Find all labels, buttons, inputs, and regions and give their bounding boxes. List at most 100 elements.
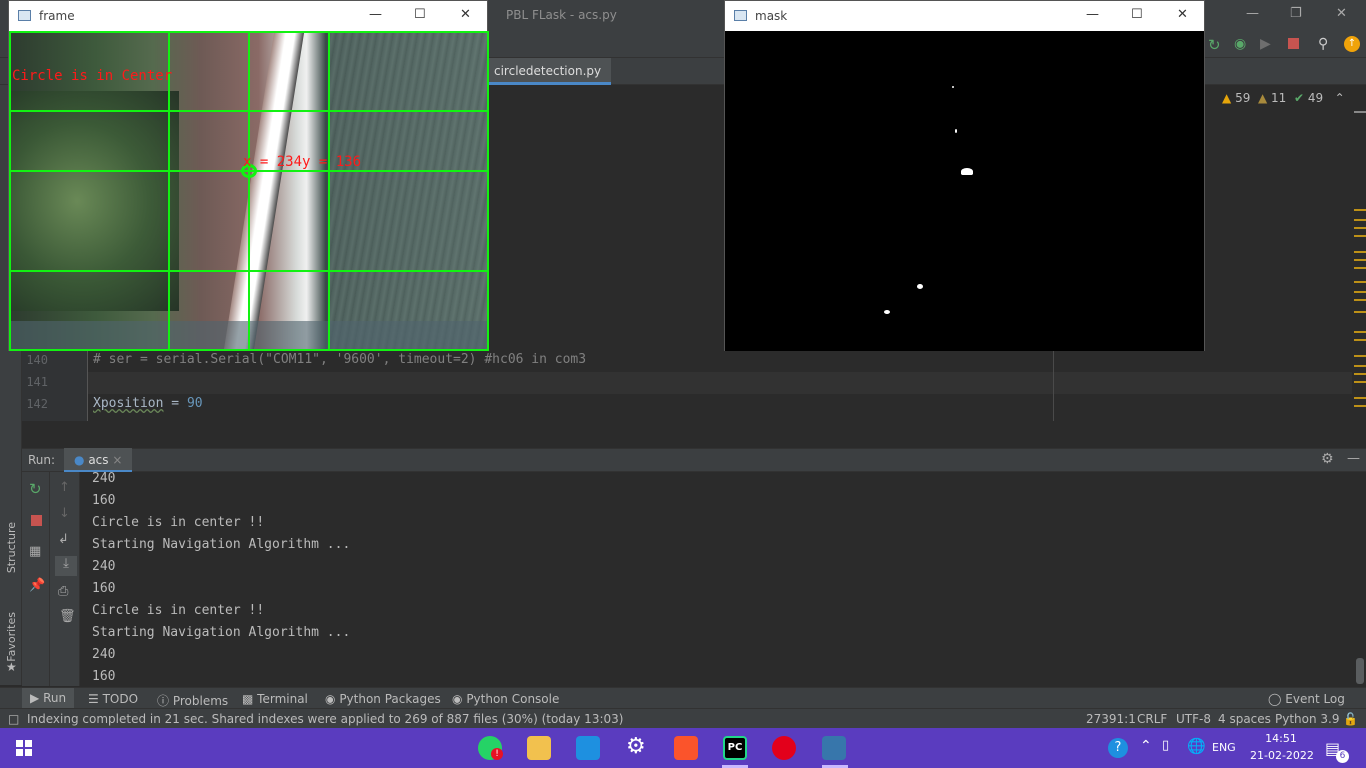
layout-icon[interactable]: ▦ bbox=[29, 544, 41, 559]
hide-panel-icon[interactable]: — bbox=[1347, 451, 1360, 466]
terminal-tab[interactable]: ▩ Terminal bbox=[242, 692, 308, 706]
event-log-tab[interactable]: ◯ Event Log bbox=[1268, 692, 1345, 706]
line-separator[interactable]: CRLF bbox=[1137, 712, 1167, 726]
grid-line bbox=[487, 31, 489, 351]
typo-count: 49 bbox=[1307, 91, 1324, 105]
grid-line bbox=[248, 31, 250, 351]
favorites-tab[interactable]: Favorites bbox=[5, 612, 18, 662]
globe-icon[interactable]: 🌐 bbox=[1187, 737, 1206, 755]
language-indicator[interactable]: ENG bbox=[1212, 741, 1236, 754]
todo-label: TODO bbox=[102, 692, 139, 706]
typo-icon: ✔ bbox=[1293, 91, 1305, 105]
rerun-icon[interactable]: ↻ bbox=[29, 480, 42, 498]
vscode-icon[interactable] bbox=[576, 736, 600, 760]
status-message[interactable]: Indexing completed in 21 sec. Shared ind… bbox=[27, 712, 623, 726]
update-icon[interactable]: ↑ bbox=[1344, 36, 1360, 52]
clock-date[interactable]: 21-02-2022 bbox=[1250, 749, 1314, 762]
file-explorer-icon[interactable] bbox=[527, 736, 551, 760]
line-number: 140 bbox=[26, 353, 48, 367]
rerun-icon[interactable]: ↻ bbox=[1208, 36, 1224, 54]
problems-tab[interactable]: ⓘ Problems bbox=[157, 692, 228, 709]
frame-window[interactable]: frame — ☐ ✕ Circle is in Center x = 234y… bbox=[8, 0, 489, 351]
pin-icon[interactable]: 📌 bbox=[29, 578, 45, 593]
console-line: 160 bbox=[92, 669, 116, 684]
grid-line bbox=[9, 31, 11, 351]
console-line: Circle is in center !! bbox=[92, 515, 265, 530]
ide-close-icon[interactable]: ✕ bbox=[1336, 6, 1347, 21]
console-line: 240 bbox=[92, 472, 116, 486]
opera-icon[interactable] bbox=[772, 736, 796, 760]
print-icon[interactable]: ⎙ bbox=[58, 584, 68, 599]
maximize-icon[interactable]: ☐ bbox=[414, 7, 426, 22]
mask-blob bbox=[917, 284, 923, 289]
run-label: Run: bbox=[28, 453, 56, 467]
mask-window[interactable]: mask — ☐ ✕ bbox=[724, 0, 1205, 351]
stop-icon[interactable] bbox=[1288, 38, 1299, 49]
prev-highlight-icon[interactable]: ⌃ bbox=[1335, 91, 1345, 105]
star-icon: ★ bbox=[6, 660, 17, 674]
mask-blob bbox=[952, 86, 954, 88]
frame-window-titlebar[interactable]: frame — ☐ ✕ bbox=[9, 1, 487, 31]
minimize-icon[interactable]: — bbox=[1086, 7, 1099, 22]
window-app-icon bbox=[734, 10, 747, 21]
code-line-140: # ser = serial.Serial("COM11", '9600', t… bbox=[93, 352, 587, 367]
ide-minimize-icon[interactable]: — bbox=[1246, 6, 1259, 21]
info-icon: ⓘ bbox=[157, 694, 170, 708]
console-scrollbar[interactable] bbox=[1356, 658, 1364, 684]
minimize-icon[interactable]: — bbox=[369, 7, 382, 22]
pycharm-icon[interactable]: PC bbox=[723, 736, 747, 760]
code-line-142: Xposition = 90 bbox=[93, 396, 203, 411]
close-icon[interactable]: ✕ bbox=[460, 7, 471, 22]
clock-time[interactable]: 14:51 bbox=[1263, 732, 1299, 745]
stop-icon[interactable] bbox=[31, 515, 42, 526]
coverage-icon[interactable]: ▶ bbox=[1260, 36, 1276, 52]
lock-icon[interactable]: 🔓 bbox=[1343, 712, 1358, 726]
close-tab-icon[interactable]: × bbox=[112, 453, 122, 467]
maximize-icon[interactable]: ☐ bbox=[1131, 7, 1143, 22]
console-output[interactable]: 240 160 Circle is in center !! Starting … bbox=[80, 472, 1352, 686]
settings-gear-icon[interactable]: ⚙ bbox=[626, 734, 646, 759]
error-stripe[interactable] bbox=[1352, 85, 1366, 421]
debug-icon[interactable]: ◉ bbox=[1234, 36, 1250, 52]
file-encoding[interactable]: UTF-8 bbox=[1176, 712, 1211, 726]
chevron-up-icon[interactable]: ⌃ bbox=[1140, 738, 1152, 754]
console-line: 160 bbox=[92, 581, 116, 596]
python-packages-tab[interactable]: ◉ Python Packages bbox=[325, 692, 441, 706]
brave-icon[interactable] bbox=[674, 736, 698, 760]
python-console-tab[interactable]: ◉ Python Console bbox=[452, 692, 559, 706]
soft-wrap-icon[interactable]: ↲ bbox=[58, 532, 69, 547]
python-packages-label: Python Packages bbox=[339, 692, 441, 706]
frame-window-title: frame bbox=[39, 9, 75, 23]
taskbar: ! ⚙ PC ? ⌃ ▯ 🌐 ENG 14:51 21-02-2022 ▤ 6 bbox=[0, 728, 1366, 768]
run-tool-tab[interactable]: ▶ Run bbox=[22, 688, 75, 709]
up-arrow-icon[interactable]: ↑ bbox=[59, 480, 70, 495]
close-icon[interactable]: ✕ bbox=[1177, 7, 1188, 22]
trash-icon[interactable]: 🗑 bbox=[59, 609, 76, 624]
help-icon[interactable]: ? bbox=[1108, 738, 1128, 758]
weak-warning-icon: ▲ bbox=[1257, 91, 1268, 105]
panel-toggle-icon[interactable]: □ bbox=[8, 712, 19, 726]
scroll-to-end-icon[interactable]: ⤓ bbox=[55, 556, 77, 576]
todo-tab[interactable]: ☰ TODO bbox=[88, 692, 138, 706]
search-icon[interactable]: ⚲ bbox=[1318, 36, 1334, 52]
mask-window-title: mask bbox=[755, 9, 788, 23]
windows-start-icon[interactable] bbox=[16, 740, 32, 756]
gear-icon[interactable]: ⚙ bbox=[1321, 451, 1334, 467]
inspection-widget[interactable]: ▲ 59 ▲ 11 ✔ 49 ⌃ ⌄ bbox=[1222, 91, 1362, 105]
tab-circledetection[interactable]: circledetection.py bbox=[478, 58, 612, 85]
tool-window-bar: ▶ Run ☰ TODO ⓘ Problems ▩ Terminal ◉ Pyt… bbox=[0, 687, 1366, 709]
ide-restore-icon[interactable]: ❐ bbox=[1290, 6, 1302, 21]
console-line: 240 bbox=[92, 559, 116, 574]
indent-setting[interactable]: 4 spaces bbox=[1218, 712, 1271, 726]
python-app-icon[interactable] bbox=[822, 736, 846, 760]
run-tab-acs[interactable]: ● acs × bbox=[64, 448, 133, 472]
structure-tab[interactable]: Structure bbox=[5, 522, 18, 573]
caret-position[interactable]: 27391:1 bbox=[1086, 712, 1136, 726]
down-arrow-icon[interactable]: ↓ bbox=[59, 506, 70, 521]
console-line: 160 bbox=[92, 493, 116, 508]
python-interpreter[interactable]: Python 3.9 bbox=[1275, 712, 1340, 726]
grid-line bbox=[328, 31, 330, 351]
battery-icon[interactable]: ▯ bbox=[1162, 738, 1169, 753]
mask-window-titlebar[interactable]: mask — ☐ ✕ bbox=[725, 1, 1204, 31]
mask-image bbox=[725, 31, 1204, 351]
